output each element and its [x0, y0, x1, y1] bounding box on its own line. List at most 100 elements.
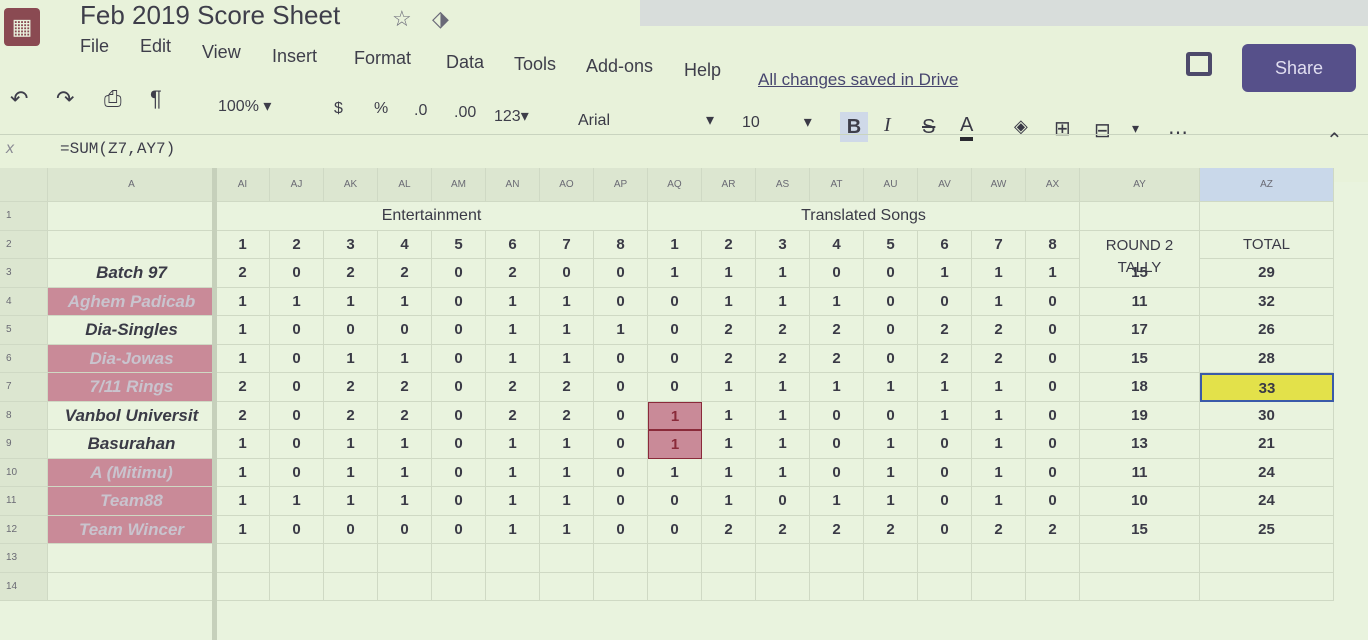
score-cell[interactable]: 1 [810, 487, 864, 516]
score-cell[interactable]: 0 [648, 515, 702, 544]
menu-addons[interactable]: Add-ons [586, 56, 653, 77]
score-cell[interactable]: 2 [702, 344, 756, 373]
score-cell[interactable]: 1 [756, 259, 810, 288]
score-cell[interactable]: 2 [756, 515, 810, 544]
score-cell[interactable]: 1 [486, 287, 540, 316]
empty-cell[interactable] [486, 544, 540, 573]
row-header[interactable]: 12 [0, 515, 48, 544]
round-number-header[interactable]: 2 [702, 230, 756, 259]
score-cell[interactable]: 1 [540, 316, 594, 345]
score-cell[interactable]: 1 [324, 458, 378, 487]
column-header[interactable]: AU [864, 168, 918, 202]
score-cell[interactable]: 1 [810, 287, 864, 316]
round-number-header[interactable]: 2 [270, 230, 324, 259]
score-cell[interactable]: 1 [540, 515, 594, 544]
score-cell[interactable]: 0 [810, 259, 864, 288]
score-cell[interactable]: 1 [972, 487, 1026, 516]
score-cell[interactable]: 1 [324, 287, 378, 316]
score-cell[interactable]: 0 [594, 287, 648, 316]
score-cell[interactable]: 2 [216, 259, 270, 288]
score-cell[interactable]: 1 [864, 487, 918, 516]
empty-cell[interactable] [270, 572, 324, 601]
selected-total-cell[interactable]: 33 [1200, 373, 1334, 402]
chevron-up-icon[interactable]: ⌃ [1326, 128, 1343, 153]
empty-cell[interactable] [918, 544, 972, 573]
score-cell[interactable]: 1 [702, 259, 756, 288]
team-name-cell[interactable]: Batch 97 [48, 259, 216, 288]
empty-cell[interactable] [648, 572, 702, 601]
score-cell[interactable]: 0 [648, 287, 702, 316]
score-cell[interactable]: 0 [594, 259, 648, 288]
empty-cell[interactable] [540, 544, 594, 573]
score-cell[interactable]: 0 [918, 487, 972, 516]
column-header-ay[interactable]: AY [1080, 168, 1200, 202]
score-cell[interactable]: 0 [864, 401, 918, 430]
score-cell[interactable]: 2 [216, 373, 270, 402]
score-cell[interactable]: 1 [702, 487, 756, 516]
round2-tally-cell[interactable]: 18 [1080, 373, 1200, 402]
score-cell[interactable]: 1 [1026, 259, 1080, 288]
score-cell[interactable]: 0 [918, 458, 972, 487]
empty-cell[interactable] [702, 544, 756, 573]
column-header[interactable]: AS [756, 168, 810, 202]
menu-view[interactable]: View [202, 42, 241, 63]
currency-button[interactable]: $ [334, 100, 343, 118]
score-cell[interactable]: 0 [810, 458, 864, 487]
round-number-header[interactable]: 5 [864, 230, 918, 259]
score-cell[interactable]: 1 [540, 430, 594, 459]
round2-tally-cell[interactable]: 11 [1080, 287, 1200, 316]
score-cell[interactable]: 0 [864, 344, 918, 373]
undo-icon[interactable]: ↶ [10, 86, 28, 112]
empty-cell[interactable] [378, 572, 432, 601]
score-cell[interactable]: 1 [486, 487, 540, 516]
zoom-select[interactable]: 100% ▾ [218, 96, 271, 116]
score-cell[interactable]: 1 [216, 344, 270, 373]
score-cell[interactable]: 0 [1026, 487, 1080, 516]
score-cell[interactable]: 1 [216, 430, 270, 459]
score-cell[interactable]: 1 [270, 487, 324, 516]
score-cell[interactable]: 1 [702, 401, 756, 430]
column-header[interactable]: AT [810, 168, 864, 202]
row-header[interactable]: 13 [0, 544, 48, 573]
score-cell[interactable]: 2 [378, 259, 432, 288]
menu-file[interactable]: File [80, 36, 109, 57]
score-cell[interactable]: 1 [486, 515, 540, 544]
round-number-header[interactable]: 6 [486, 230, 540, 259]
total-cell[interactable]: 26 [1200, 316, 1334, 345]
round-number-header[interactable]: 7 [972, 230, 1026, 259]
score-cell[interactable]: 1 [216, 515, 270, 544]
empty-cell[interactable] [324, 544, 378, 573]
row-header[interactable]: 5 [0, 316, 48, 345]
decrease-decimal-button[interactable]: .0 [414, 102, 427, 120]
total-cell[interactable]: 25 [1200, 515, 1334, 544]
score-cell[interactable]: 2 [810, 316, 864, 345]
score-cell[interactable]: 2 [756, 316, 810, 345]
round2-tally-cell[interactable]: 15 [1080, 515, 1200, 544]
score-cell[interactable]: 0 [270, 515, 324, 544]
cell-a1[interactable] [48, 202, 216, 231]
paint-format-icon[interactable]: ¶ [150, 86, 162, 112]
column-header[interactable]: AX [1026, 168, 1080, 202]
score-cell[interactable]: 0 [432, 515, 486, 544]
score-cell[interactable]: 2 [324, 373, 378, 402]
score-cell[interactable]: 2 [756, 344, 810, 373]
round-number-header[interactable]: 4 [378, 230, 432, 259]
row-header[interactable]: 10 [0, 458, 48, 487]
cell-az1[interactable] [1200, 202, 1334, 231]
score-cell[interactable]: 2 [378, 373, 432, 402]
round-number-header[interactable]: 5 [432, 230, 486, 259]
row-header[interactable]: 8 [0, 401, 48, 430]
score-cell[interactable]: 1 [972, 401, 1026, 430]
empty-cell[interactable] [324, 572, 378, 601]
column-header[interactable]: AP [594, 168, 648, 202]
team-name-cell[interactable]: Dia-Singles [48, 316, 216, 345]
empty-cell[interactable] [1026, 572, 1080, 601]
score-cell[interactable]: 1 [378, 430, 432, 459]
score-cell[interactable]: 1 [756, 401, 810, 430]
team-name-cell[interactable]: Dia-Jowas [48, 344, 216, 373]
score-cell[interactable]: 2 [918, 344, 972, 373]
share-button[interactable]: Share [1242, 44, 1356, 92]
score-cell[interactable]: 1 [702, 458, 756, 487]
score-cell[interactable]: 0 [432, 259, 486, 288]
row-header[interactable]: 4 [0, 287, 48, 316]
